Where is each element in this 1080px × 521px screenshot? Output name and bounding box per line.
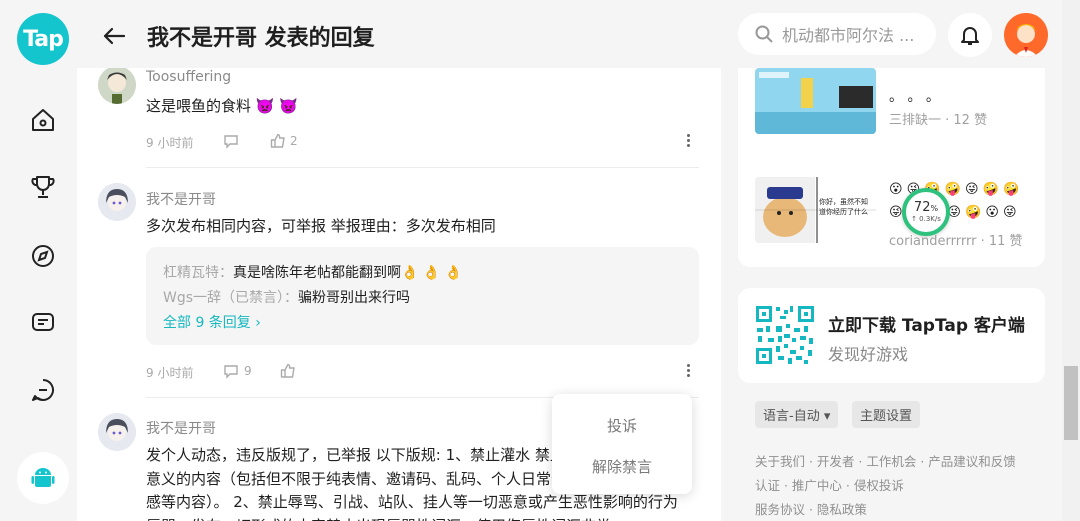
theme-settings-button[interactable]: 主题设置 [852, 401, 921, 428]
android-download-button[interactable] [17, 452, 69, 504]
speed-percent: 72 [913, 199, 931, 215]
network-speed-widget[interactable]: 72% ↑ 0.3K/s [902, 188, 950, 236]
qr-code-icon [754, 304, 816, 366]
page-title: 我不是开哥 发表的回复 [147, 26, 375, 51]
search-input[interactable]: 机动都市阿尔法 ... [738, 13, 936, 55]
reply-text: 真是啥陈年老帖都能翻到啊👌 👌 👌 [233, 265, 463, 281]
post-meta: corianderrrrrr · 11 赞 [889, 234, 1023, 249]
comment-text: 这是喂鱼的食料 👿 👿 [146, 97, 298, 115]
comment-icon[interactable] [223, 363, 239, 379]
reply-item: 杠精瓦特：真是啥陈年老帖都能翻到啊👌 👌 👌 [163, 262, 462, 282]
avatar[interactable] [98, 413, 136, 451]
back-arrow-icon[interactable] [100, 22, 128, 50]
taptap-logo[interactable]: Tap [17, 13, 69, 65]
comment-time: 9 小时前 [146, 366, 194, 380]
scrollbar[interactable] [1062, 0, 1080, 521]
search-placeholder: 机动都市阿尔法 ... [782, 26, 915, 45]
chat-icon[interactable] [23, 370, 63, 410]
comment-author[interactable]: 我不是开哥 [146, 189, 216, 209]
language-selector[interactable]: 语言-自动 ▾ [755, 401, 839, 428]
related-posts-card: 。 。 。 三排缺一 · 12 赞 你好，虽然不知道你经历了什么 😮 😜 🤪 🤪… [738, 68, 1045, 267]
divider [146, 167, 699, 168]
like-icon[interactable] [270, 133, 286, 149]
search-icon [755, 25, 773, 43]
reply-text: 骗粉哥别出来行吗 [298, 290, 411, 306]
comment-meta: 9 小时前 [146, 134, 193, 151]
footer-links[interactable]: 服务协议 · 隐私政策 [755, 499, 867, 518]
reply-item: Wgs一辞（已禁言）：骗粉哥别出来行吗 [163, 287, 410, 307]
download-subtitle: 发现好游戏 [828, 345, 909, 364]
comment-author[interactable]: Toosuffering [146, 69, 231, 85]
post-thumbnail[interactable] [755, 68, 876, 134]
comment-meta: 9 小时前 [146, 364, 193, 381]
speed-unit: % [930, 203, 939, 213]
like-count: 2 [290, 134, 298, 148]
notification-bell-button[interactable] [948, 13, 992, 57]
post-meta: 三排缺一 · 12 赞 [889, 113, 988, 128]
footer-links[interactable]: 认证 · 推广中心 · 侵权投诉 [755, 475, 904, 494]
more-options-button[interactable] [682, 132, 694, 152]
download-app-card[interactable]: 立即下载 TapTap 客户端 发现好游戏 [738, 288, 1045, 383]
reply-author[interactable]: Wgs一辞（已禁言）： [163, 290, 298, 306]
android-icon [31, 468, 55, 487]
reply-author[interactable]: 杠精瓦特： [163, 265, 233, 281]
bell-icon [961, 27, 979, 45]
comment-text: 多次发布相同内容，可举报 举报理由：多次发布相同 [146, 217, 496, 235]
speed-rate: ↑ 0.3K/s [911, 214, 941, 223]
comment-icon[interactable] [223, 133, 239, 149]
report-menu-item[interactable]: 投诉 [552, 415, 692, 436]
comment-count: 9 [244, 364, 252, 378]
discover-icon[interactable] [23, 236, 63, 276]
scrollbar-thumb[interactable] [1064, 366, 1078, 440]
user-avatar[interactable] [1004, 13, 1048, 57]
more-options-menu: 投诉 解除禁言 [552, 394, 692, 494]
avatar[interactable] [98, 183, 136, 221]
post-thumbnail[interactable]: 你好，虽然不知道你经历了什么 [755, 177, 876, 243]
reply-preview-box[interactable]: 杠精瓦特：真是啥陈年老帖都能翻到啊👌 👌 👌 Wgs一辞（已禁言）：骗粉哥别出来… [146, 247, 699, 345]
footer-links[interactable]: 关于我们 · 开发者 · 工作机会 · 产品建议和反馈 [755, 451, 1016, 470]
comment-author[interactable]: 我不是开哥 [146, 418, 216, 438]
thumbnail-caption: 你好，虽然不知道你经历了什么 [819, 198, 868, 216]
unban-menu-item[interactable]: 解除禁言 [552, 456, 692, 477]
avatar[interactable] [98, 68, 136, 104]
post-title[interactable]: 。 。 。 [889, 86, 940, 106]
messages-icon[interactable] [23, 302, 63, 342]
left-rail: Tap [0, 0, 86, 521]
all-replies-link[interactable]: 全部 9 条回复 › [163, 312, 261, 332]
download-title: 立即下载 TapTap 客户端 [828, 316, 1025, 336]
like-icon[interactable] [280, 363, 296, 379]
trophy-icon[interactable] [23, 167, 63, 207]
home-icon[interactable] [23, 100, 63, 140]
more-options-button[interactable] [682, 362, 694, 382]
comment-time: 9 小时前 [146, 136, 194, 150]
